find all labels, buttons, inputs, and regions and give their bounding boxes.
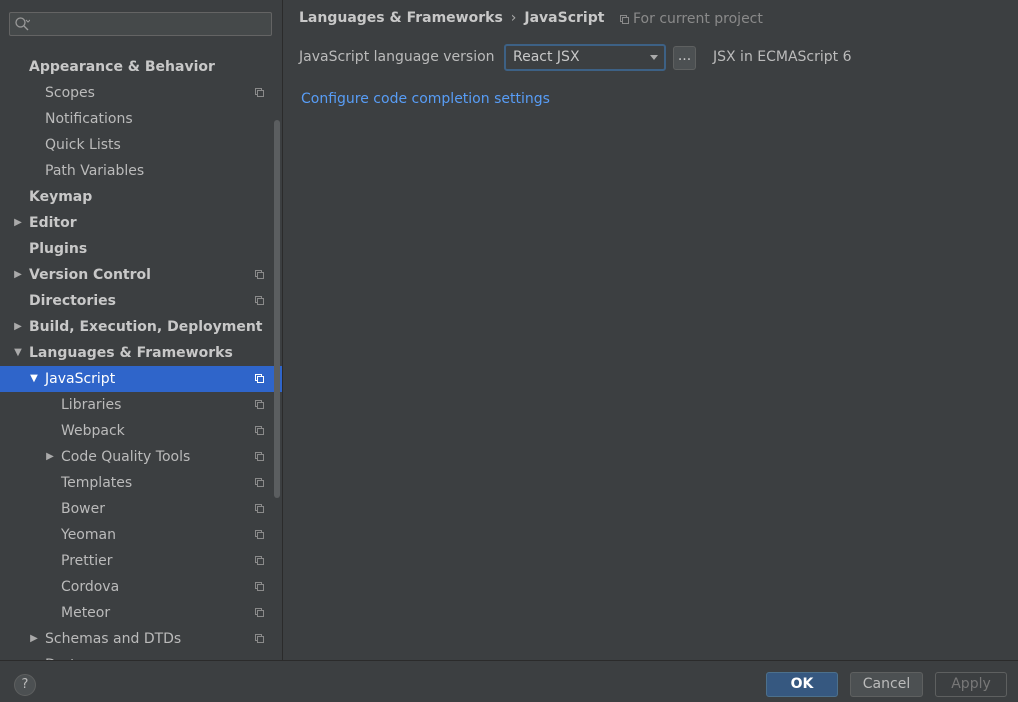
sidebar-item-yeoman[interactable]: Yeoman	[0, 522, 282, 548]
sidebar-item-label: Build, Execution, Deployment	[29, 319, 263, 335]
project-scope-icon	[255, 608, 264, 617]
project-scope-icon	[255, 452, 264, 461]
project-scope-icon	[255, 426, 264, 435]
language-version-select[interactable]: React JSX	[504, 44, 666, 71]
search-input[interactable]	[9, 12, 272, 36]
settings-panel: Languages & Frameworks › JavaScript For cu…	[283, 0, 1018, 660]
sidebar-item-label: Keymap	[29, 189, 93, 205]
ok-button[interactable]: OK	[766, 672, 838, 697]
project-scope-icon	[255, 400, 264, 409]
sidebar-item-label: Editor	[29, 215, 77, 231]
sidebar-item-label: Quick Lists	[45, 137, 121, 153]
sidebar-item-label: Scopes	[45, 85, 95, 101]
sidebar-item-prettier[interactable]: Prettier	[0, 548, 282, 574]
more-options-button[interactable]: ...	[673, 46, 696, 70]
sidebar-item-label: Plugins	[29, 241, 88, 257]
dialog-footer: ? OK Cancel Apply	[0, 660, 1018, 702]
sidebar-item-label: JavaScript	[45, 371, 116, 387]
sidebar-item-dart[interactable]: Dart	[0, 652, 282, 660]
cancel-button[interactable]: Cancel	[850, 672, 923, 697]
sidebar-item-schemas-and-dtds[interactable]: ▶ Schemas and DTDs	[0, 626, 282, 652]
sidebar-item-javascript[interactable]: ▼ JavaScript	[0, 366, 282, 392]
sidebar-item-label: Schemas and DTDs	[45, 631, 182, 647]
language-version-label: JavaScript language version	[299, 49, 495, 65]
help-button[interactable]: ?	[14, 674, 36, 696]
sidebar-item-meteor[interactable]: Meteor	[0, 600, 282, 626]
sidebar-item-label: Cordova	[61, 579, 120, 595]
project-scope-icon	[255, 270, 264, 279]
expand-right-icon[interactable]: ▶	[12, 314, 24, 340]
language-version-value: React JSX	[513, 49, 580, 65]
expand-right-icon[interactable]: ▶	[12, 210, 24, 236]
project-scope-icon	[255, 530, 264, 539]
sidebar-item-build-execution-deployment[interactable]: ▶ Build, Execution, Deployment	[0, 314, 282, 340]
apply-button[interactable]: Apply	[935, 672, 1007, 697]
project-scope-icon	[255, 504, 264, 513]
sidebar-item-label: Code Quality Tools	[61, 449, 191, 465]
sidebar-item-label: Languages & Frameworks	[29, 345, 233, 361]
chevron-down-icon	[650, 55, 658, 60]
sidebar-item-label: Appearance & Behavior	[29, 59, 215, 75]
sidebar-item-directories[interactable]: Directories	[0, 288, 282, 314]
project-scope-icon	[255, 296, 264, 305]
sidebar-item-appearance-behavior[interactable]: Appearance & Behavior	[0, 54, 282, 80]
project-scope-icon	[255, 556, 264, 565]
expand-right-icon[interactable]: ▶	[28, 626, 40, 652]
sidebar-item-label: Bower	[61, 501, 105, 517]
project-scope-icon	[255, 634, 264, 643]
breadcrumb-current: JavaScript	[524, 10, 605, 26]
sidebar-item-code-quality-tools[interactable]: ▶ Code Quality Tools	[0, 444, 282, 470]
sidebar-item-bower[interactable]: Bower	[0, 496, 282, 522]
sidebar-item-label: Version Control	[29, 267, 151, 283]
sidebar-item-keymap[interactable]: Keymap	[0, 184, 282, 210]
scope-indicator: For current project	[620, 11, 763, 27]
sidebar-item-notifications[interactable]: Notifications	[0, 106, 282, 132]
sidebar-item-libraries[interactable]: Libraries	[0, 392, 282, 418]
breadcrumb-separator: ›	[510, 10, 517, 26]
sidebar-item-scopes[interactable]: Scopes	[0, 80, 282, 106]
project-scope-icon	[255, 478, 264, 487]
sidebar-item-label: Directories	[29, 293, 116, 309]
sidebar-item-label: Libraries	[61, 397, 122, 413]
sidebar-item-version-control[interactable]: ▶ Version Control	[0, 262, 282, 288]
sidebar-item-label: Dart	[45, 652, 76, 660]
expand-right-icon[interactable]: ▶	[44, 444, 56, 470]
sidebar-item-plugins[interactable]: Plugins	[0, 236, 282, 262]
sidebar-item-label: Meteor	[61, 605, 111, 621]
sidebar-item-editor[interactable]: ▶ Editor	[0, 210, 282, 236]
sidebar-item-languages-frameworks[interactable]: ▼ Languages & Frameworks	[0, 340, 282, 366]
sidebar-item-templates[interactable]: Templates	[0, 470, 282, 496]
expand-down-icon[interactable]: ▼	[12, 340, 24, 366]
expand-right-icon[interactable]: ▶	[12, 262, 24, 288]
project-scope-icon	[255, 374, 264, 383]
code-completion-settings-link[interactable]: Configure code completion settings	[301, 91, 550, 107]
settings-sidebar: Appearance & Behavior Scopes Notifications…	[0, 0, 283, 660]
search-icon	[15, 17, 30, 31]
sidebar-item-label: Templates	[61, 475, 133, 491]
sidebar-item-label: Prettier	[61, 553, 113, 569]
project-scope-icon	[620, 14, 629, 24]
sidebar-item-path-variables[interactable]: Path Variables	[0, 158, 282, 184]
sidebar-item-webpack[interactable]: Webpack	[0, 418, 282, 444]
expand-down-icon[interactable]: ▼	[28, 366, 40, 392]
sidebar-item-label: Yeoman	[61, 527, 116, 543]
language-version-description: JSX in ECMAScript 6	[713, 49, 852, 65]
sidebar-item-label: Notifications	[45, 111, 133, 127]
sidebar-item-label: Path Variables	[45, 163, 145, 179]
scope-label: For current project	[633, 11, 763, 27]
sidebar-item-cordova[interactable]: Cordova	[0, 574, 282, 600]
project-scope-icon	[255, 88, 264, 97]
sidebar-scrollbar[interactable]	[274, 120, 280, 498]
breadcrumb-parent: Languages & Frameworks	[299, 10, 503, 26]
project-scope-icon	[255, 582, 264, 591]
breadcrumb: Languages & Frameworks › JavaScript	[299, 10, 604, 26]
sidebar-item-quick-lists[interactable]: Quick Lists	[0, 132, 282, 158]
sidebar-item-label: Webpack	[61, 423, 125, 439]
